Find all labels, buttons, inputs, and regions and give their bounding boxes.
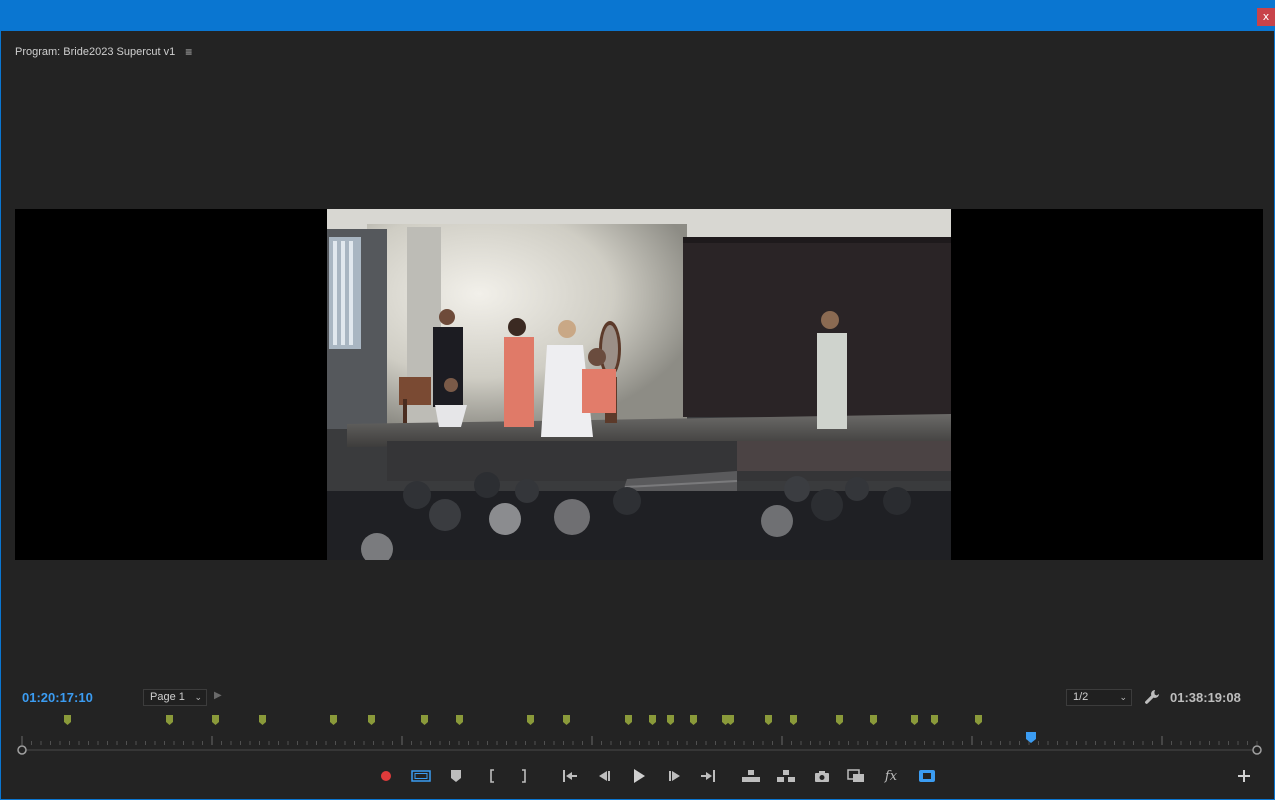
mark-in-icon [488, 769, 496, 783]
safe-margins-icon [411, 770, 431, 782]
marker-icon [451, 770, 461, 782]
play-icon [633, 769, 645, 783]
sequence-marker[interactable] [421, 712, 428, 725]
record-icon [380, 770, 392, 782]
sequence-marker[interactable] [931, 712, 938, 725]
page-select[interactable]: Page 1 ⌄ [143, 689, 207, 706]
record-button[interactable] [375, 766, 397, 786]
mark-out-button[interactable] [513, 766, 535, 786]
sequence-marker[interactable] [765, 712, 772, 725]
extract-button[interactable] [775, 766, 797, 786]
marker-track [0, 712, 1275, 726]
go-to-in-icon [562, 770, 578, 782]
lift-icon [741, 769, 761, 783]
safe-margins-button[interactable] [410, 766, 432, 786]
zoom-level-select[interactable]: 1/2 ⌄ [1066, 689, 1132, 706]
fx-icon: fx [884, 769, 898, 784]
settings-wrench-icon[interactable] [1144, 689, 1160, 705]
sequence-marker[interactable] [836, 712, 843, 725]
zoom-level-value: 1/2 [1073, 691, 1089, 703]
sequence-marker[interactable] [64, 712, 71, 725]
go-to-out-icon [700, 770, 716, 782]
go-to-out-button[interactable] [697, 766, 719, 786]
transport-controls: fx [0, 766, 1275, 788]
sequence-marker[interactable] [690, 712, 697, 725]
window-titlebar: x [0, 0, 1275, 31]
sequence-marker[interactable] [790, 712, 797, 725]
sequence-marker[interactable] [975, 712, 982, 725]
add-marker-button[interactable] [445, 766, 467, 786]
sequence-marker[interactable] [870, 712, 877, 725]
lift-button[interactable] [740, 766, 762, 786]
chevron-down-icon: ⌄ [1119, 692, 1127, 702]
playhead[interactable] [1025, 732, 1036, 743]
export-frame-button[interactable] [811, 766, 833, 786]
sequence-marker[interactable] [259, 712, 266, 725]
sequence-marker[interactable] [911, 712, 918, 725]
time-ruler[interactable] [0, 732, 1275, 762]
mark-in-button[interactable] [481, 766, 503, 786]
hamburger-menu-icon[interactable]: ≡ [185, 45, 192, 59]
page-next-arrow-icon[interactable]: ▶ [214, 690, 222, 701]
global-fx-mute-button[interactable]: fx [880, 766, 902, 786]
sequence-marker[interactable] [330, 712, 337, 725]
vr-toggle-button[interactable] [916, 766, 938, 786]
comparison-view-icon [847, 769, 865, 783]
add-button[interactable] [1233, 766, 1255, 786]
mark-out-icon [520, 769, 528, 783]
close-button[interactable]: x [1257, 8, 1275, 26]
sequence-marker[interactable] [667, 712, 674, 725]
step-forward-button[interactable] [664, 766, 686, 786]
sequence-marker[interactable] [727, 712, 734, 725]
panel-header: Program: Bride2023 Supercut v1 ≡ [15, 45, 192, 59]
page-select-value: Page 1 [150, 691, 185, 703]
current-timecode[interactable]: 01:20:17:10 [22, 690, 93, 705]
sequence-marker[interactable] [527, 712, 534, 725]
step-forward-icon [668, 770, 682, 782]
chevron-down-icon: ⌄ [194, 692, 202, 702]
ruler-start-handle [17, 745, 27, 755]
sequence-marker[interactable] [368, 712, 375, 725]
camera-icon [814, 770, 830, 782]
panel-title: Program: Bride2023 Supercut v1 [15, 46, 176, 58]
comparison-view-button[interactable] [845, 766, 867, 786]
go-to-in-button[interactable] [559, 766, 581, 786]
vr-toggle-icon [918, 769, 936, 783]
play-button[interactable] [628, 766, 650, 786]
step-back-button[interactable] [593, 766, 615, 786]
plus-icon [1238, 770, 1250, 782]
sequence-marker[interactable] [649, 712, 656, 725]
sequence-marker[interactable] [166, 712, 173, 725]
sequence-marker[interactable] [563, 712, 570, 725]
video-frame-image [327, 209, 951, 560]
video-frame [327, 209, 951, 560]
sequence-marker[interactable] [456, 712, 463, 725]
sequence-duration-timecode: 01:38:19:08 [1170, 690, 1241, 705]
sequence-marker[interactable] [212, 712, 219, 725]
step-back-icon [597, 770, 611, 782]
sequence-marker[interactable] [625, 712, 632, 725]
extract-icon [776, 769, 796, 783]
ruler-end-handle [1252, 745, 1262, 755]
